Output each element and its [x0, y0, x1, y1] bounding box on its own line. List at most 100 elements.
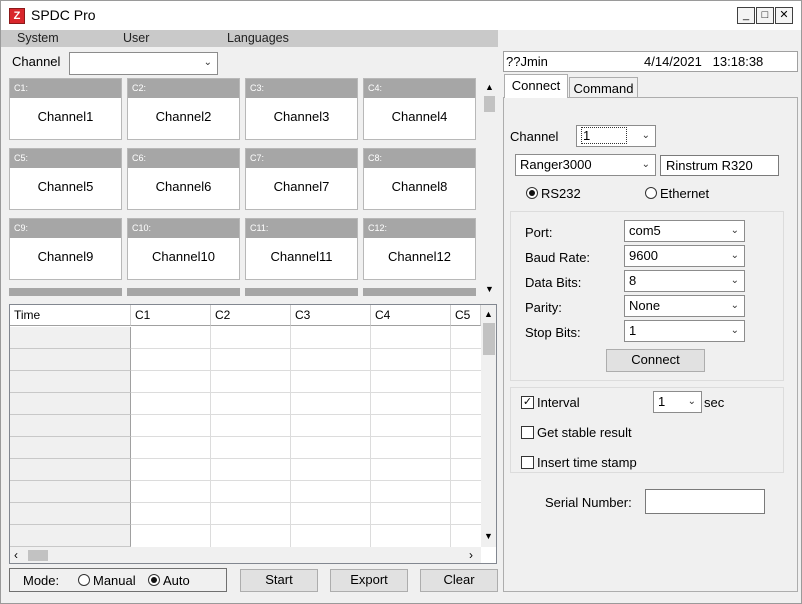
column-header[interactable]: C2 — [211, 305, 291, 326]
grid-line — [290, 326, 291, 556]
row-header[interactable] — [10, 415, 131, 437]
serial-number-field[interactable] — [645, 489, 765, 514]
chevron-down-icon: ⌄ — [687, 396, 696, 407]
baud-rate-select[interactable]: 9600 ⌄ — [624, 245, 745, 267]
scroll-left-icon[interactable]: ‹ — [14, 548, 18, 562]
menu-languages[interactable]: Languages — [227, 31, 289, 45]
row-header[interactable] — [10, 481, 131, 503]
channel-name: Channel2 — [155, 109, 212, 124]
channel-select[interactable]: 1 ⌄ — [576, 125, 656, 147]
port-select[interactable]: com5 ⌄ — [624, 220, 745, 242]
channel-name: Channel11 — [270, 249, 333, 264]
grid-line — [131, 480, 481, 481]
channel-name: Channel9 — [37, 249, 94, 264]
interval-select[interactable]: 1 ⌄ — [653, 391, 702, 413]
column-header[interactable]: C4 — [371, 305, 451, 326]
scroll-right-icon[interactable]: › — [469, 548, 473, 562]
channel-tile[interactable]: C5: Channel5 — [9, 148, 122, 210]
row-header[interactable] — [10, 371, 131, 393]
channel-tile[interactable]: C7: Channel7 — [245, 148, 358, 210]
channel-filter-select[interactable]: ⌄ — [69, 52, 218, 75]
channel-name: Channel4 — [391, 109, 448, 124]
scroll-down-icon[interactable]: ▼ — [485, 284, 494, 294]
row-header[interactable] — [10, 393, 131, 415]
interval-checkbox[interactable]: ✓ — [521, 396, 534, 409]
rs232-radio-label[interactable]: RS232 — [541, 186, 581, 201]
column-header[interactable]: C5 — [451, 305, 481, 326]
serial-number-label: Serial Number: — [545, 495, 632, 510]
channel-code: C3: — [246, 79, 357, 98]
row-header[interactable] — [10, 459, 131, 481]
column-header[interactable]: C3 — [291, 305, 371, 326]
channel-name: Channel1 — [37, 109, 94, 124]
minimize-button[interactable]: _ — [737, 7, 755, 24]
channel-tile[interactable]: C4: Channel4 — [363, 78, 476, 140]
scroll-up-icon[interactable]: ▲ — [484, 309, 493, 319]
grid-vscrollbar[interactable]: ▲ ▼ — [481, 305, 496, 547]
channel-tile[interactable]: C6: Channel6 — [127, 148, 240, 210]
tiles-scrollbar[interactable]: ▲ ▼ — [481, 78, 498, 298]
channel-label: Channel — [510, 129, 559, 144]
chevron-down-icon: ⌄ — [641, 130, 650, 141]
stable-result-checkbox[interactable] — [521, 426, 534, 439]
channel-tile-partial — [245, 288, 358, 296]
interval-unit: sec — [704, 395, 725, 410]
column-header[interactable]: C1 — [131, 305, 211, 326]
channel-tile[interactable]: C9: Channel9 — [9, 218, 122, 280]
channel-code: C12: — [364, 219, 475, 238]
auto-radio[interactable] — [148, 574, 160, 586]
model-name-field[interactable]: Rinstrum R320 — [660, 155, 779, 176]
ethernet-radio[interactable] — [645, 187, 657, 199]
data-bits-select[interactable]: 8 ⌄ — [624, 270, 745, 292]
mode-label: Mode: — [23, 573, 60, 588]
manual-radio-label[interactable]: Manual — [93, 573, 136, 588]
parity-select[interactable]: None ⌄ — [624, 295, 745, 317]
start-button[interactable]: Start — [240, 569, 318, 592]
tab-connect[interactable]: Connect — [504, 74, 568, 98]
channel-tile-partial — [9, 288, 122, 296]
row-header[interactable] — [10, 327, 131, 349]
channel-tile[interactable]: C1: Channel1 — [9, 78, 122, 140]
grid-line — [131, 414, 481, 415]
scroll-thumb[interactable] — [484, 96, 495, 112]
parity-value: None — [629, 298, 661, 313]
scroll-thumb[interactable] — [483, 323, 495, 355]
model-select[interactable]: Ranger3000 ⌄ — [515, 154, 656, 176]
row-header[interactable] — [10, 503, 131, 525]
channel-tile[interactable]: C3: Channel3 — [245, 78, 358, 140]
channel-tile[interactable]: C11: Channel11 — [245, 218, 358, 280]
channel-tile[interactable]: C12: Channel12 — [363, 218, 476, 280]
close-button[interactable]: ✕ — [775, 7, 793, 24]
manual-radio[interactable] — [78, 574, 90, 586]
tab-command[interactable]: Command — [569, 77, 638, 98]
channel-tile[interactable]: C10: Channel10 — [127, 218, 240, 280]
time-stamp-label[interactable]: Insert time stamp — [537, 455, 637, 470]
column-header[interactable]: Time — [10, 305, 131, 326]
channel-tile[interactable]: C8: Channel8 — [363, 148, 476, 210]
menu-user[interactable]: User — [123, 31, 149, 45]
clear-button[interactable]: Clear — [420, 569, 498, 592]
maximize-button[interactable]: □ — [756, 7, 774, 24]
export-button[interactable]: Export — [330, 569, 408, 592]
auto-radio-label[interactable]: Auto — [163, 573, 190, 588]
channel-tile[interactable]: C2: Channel2 — [127, 78, 240, 140]
time-stamp-checkbox[interactable] — [521, 456, 534, 469]
menu-system[interactable]: System — [17, 31, 59, 45]
scroll-down-icon[interactable]: ▼ — [484, 531, 493, 541]
scroll-thumb[interactable] — [28, 550, 48, 561]
row-header[interactable] — [10, 525, 131, 547]
stop-bits-select[interactable]: 1 ⌄ — [624, 320, 745, 342]
baud-rate-value: 9600 — [629, 248, 658, 263]
ethernet-radio-label[interactable]: Ethernet — [660, 186, 709, 201]
row-header[interactable] — [10, 437, 131, 459]
port-select-value: com5 — [629, 223, 661, 238]
grid-line — [131, 392, 481, 393]
stable-result-label[interactable]: Get stable result — [537, 425, 632, 440]
rs232-radio[interactable] — [526, 187, 538, 199]
parity-label: Parity: — [525, 300, 562, 315]
scroll-up-icon[interactable]: ▲ — [485, 82, 494, 92]
grid-hscrollbar[interactable]: ‹ › — [10, 547, 481, 563]
interval-label[interactable]: Interval — [537, 395, 580, 410]
row-header[interactable] — [10, 349, 131, 371]
connect-button[interactable]: Connect — [606, 349, 705, 372]
